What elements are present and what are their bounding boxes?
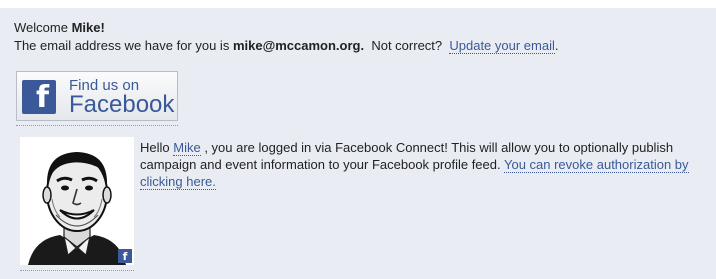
profile-photo [20,137,134,265]
welcome-prefix: Welcome [14,20,72,35]
email-not-correct: Not correct? [364,38,450,53]
avatar-divider [20,270,134,271]
hello-text: Hello [140,140,174,155]
account-panel: Welcome Mike! The email address we have … [0,8,716,279]
facebook-logo-icon: f [22,80,56,115]
facebook-badge-glyph: f [122,250,128,263]
facebook-f-icon: f [36,80,50,115]
facebook-button-divider [16,125,178,126]
facebook-badge-icon: f [118,249,132,263]
email-prefix: The email address we have for you is [14,38,233,53]
user-profile-link[interactable]: Mike [173,140,201,156]
welcome-name: Mike! [71,20,105,35]
facebook-connect-message: Hello Mike , you are logged in via Faceb… [140,139,716,190]
email-line: The email address we have for you is mik… [14,37,558,54]
facebook-label: Facebook [69,91,175,118]
update-email-link[interactable]: Update your email [449,38,555,54]
find-us-on-facebook-button[interactable]: f Find us on Facebook [16,71,178,121]
email-address: mike@mccamon.org. [232,38,365,53]
welcome-line: Welcome Mike! [14,19,105,36]
email-suffix: . [554,38,559,53]
avatar: f [20,137,134,265]
